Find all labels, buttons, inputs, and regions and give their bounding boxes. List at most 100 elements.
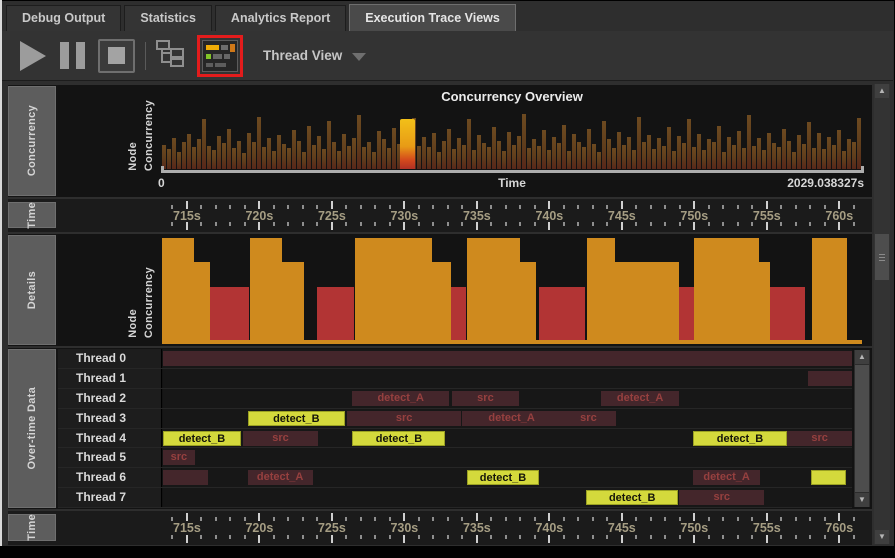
tab-execution-trace-views[interactable]: Execution Trace Views (349, 4, 516, 31)
overview-bar (342, 133, 346, 169)
task-bar-unlabeled[interactable] (810, 470, 847, 486)
task-bar-unlabeled[interactable] (163, 351, 852, 366)
timeline-gray-bar (215, 62, 226, 67)
overview-bar (502, 151, 506, 169)
task-bar-unlabeled[interactable] (807, 370, 852, 386)
overview-bar (447, 129, 451, 169)
overview-bar (187, 133, 191, 169)
overview-bar (807, 122, 811, 169)
task-bar-detect_B[interactable]: detect_B (247, 410, 345, 426)
overview-bar (557, 143, 561, 169)
thread-row-track[interactable]: detect_B src detect_A src (163, 408, 852, 428)
task-bar-src[interactable]: src (787, 430, 852, 446)
tab-statistics[interactable]: Statistics (124, 5, 212, 31)
overview-bar (712, 141, 716, 169)
overview-bar (457, 138, 461, 169)
thread-row-track[interactable] (163, 368, 852, 388)
timeline-view-button[interactable] (202, 39, 238, 72)
threads-scrollbar-thumb[interactable] (855, 365, 869, 492)
stop-button[interactable] (98, 38, 135, 73)
thread-row-track[interactable] (163, 349, 852, 368)
overview-bar (427, 147, 431, 169)
task-bar-src[interactable]: src (163, 450, 195, 466)
thread-row-track[interactable]: detect_B src (163, 488, 852, 507)
time-ruler-top-label: Time (26, 201, 38, 229)
overview-bar (832, 145, 836, 169)
task-bar-detect_B[interactable]: detect_B (352, 430, 446, 446)
overview-bar (462, 145, 466, 169)
tab-debug-output[interactable]: Debug Output (6, 5, 122, 31)
overview-bar (567, 150, 571, 169)
scroll-down-icon[interactable]: ▼ (875, 530, 889, 544)
task-bar-src[interactable]: src (561, 410, 616, 426)
task-bar-src[interactable]: src (679, 490, 765, 506)
overview-bar (177, 151, 181, 169)
main-scrollbar[interactable]: ▲ ▼ (874, 84, 890, 544)
tree-view-icon (156, 40, 184, 67)
time-ruler-track[interactable]: 715s 720s 725s 730s 735s 740s 745s 750s 755s 760s (162, 511, 855, 545)
ruler-label: 725s (317, 521, 346, 535)
overview-bar (452, 149, 456, 169)
ruler-label: 715s (173, 209, 201, 223)
overview-bar (262, 147, 266, 169)
overview-bar (317, 135, 321, 169)
overview-bar (782, 128, 786, 169)
overview-bar (537, 146, 541, 169)
task-bar-unlabeled[interactable] (163, 470, 208, 486)
concurrency-block-low (317, 286, 355, 344)
scroll-up-icon[interactable]: ▲ (855, 350, 869, 364)
overview-bar (172, 137, 176, 169)
overview-selection[interactable] (400, 118, 416, 169)
overview-bar (802, 143, 806, 169)
thread-row-track[interactable]: detect_A src detect_A (163, 388, 852, 408)
task-bar-detect_B[interactable]: detect_B (692, 430, 788, 446)
thread-row-track[interactable]: detect_B src detect_B detect_B src (163, 428, 852, 448)
pause-button[interactable] (60, 42, 85, 69)
overview-bar (642, 142, 646, 169)
overview-bars[interactable] (162, 112, 862, 169)
overview-bar (697, 133, 701, 169)
task-bar-src[interactable]: src (452, 390, 519, 406)
task-bar-detect_B[interactable]: detect_B (163, 430, 241, 446)
concurrency-block-high (519, 262, 536, 344)
tab-analytics-report[interactable]: Analytics Report (214, 5, 347, 31)
play-button[interactable] (20, 40, 46, 71)
tree-view-button[interactable] (155, 38, 187, 73)
thread-row-track[interactable]: detect_A detect_B detect_A (163, 468, 852, 488)
ruler-labels: 715s 720s 725s 730s 735s 740s 745s 750s 755s 760s (162, 209, 854, 224)
overview-bar (582, 147, 586, 169)
scroll-down-icon[interactable]: ▼ (855, 493, 869, 507)
main-scrollbar-thumb[interactable] (875, 234, 889, 280)
stop-icon (108, 47, 125, 64)
concurrency-block-high (614, 262, 679, 344)
overview-bar (307, 126, 311, 169)
concurrency-block-high (162, 339, 862, 344)
overview-bar (532, 139, 536, 169)
overview-bar (647, 134, 651, 169)
thread-row-track[interactable]: src (163, 448, 852, 468)
task-bar-src[interactable]: src (242, 430, 319, 446)
thread-row-label: Thread 3 (58, 408, 162, 428)
overview-bar (357, 114, 361, 169)
threads-scrollbar[interactable]: ▲ ▼ (854, 350, 870, 507)
ruler-label: 720s (245, 521, 274, 535)
task-bar-detect_A[interactable]: detect_A (352, 390, 449, 406)
task-bar-detect_B[interactable]: detect_B (466, 470, 540, 486)
overview-bar (167, 149, 171, 169)
overview-bar (737, 130, 741, 169)
overview-bar (322, 149, 326, 169)
task-bar-detect_A[interactable]: detect_A (692, 470, 761, 486)
task-bar-detect_B[interactable]: detect_B (586, 490, 679, 506)
scroll-up-icon[interactable]: ▲ (875, 84, 889, 98)
ruler-label: 760s (825, 521, 854, 535)
ruler-label: 755s (752, 209, 781, 223)
concurrency-block-high (694, 238, 760, 344)
view-mode-dropdown[interactable]: Thread View (263, 48, 367, 63)
time-ruler-track[interactable]: 715s 720s 725s 730s 735s 740s 745s 750s 755s 760s (162, 199, 855, 232)
details-chart[interactable] (162, 238, 862, 344)
task-bar-detect_A[interactable]: detect_A (462, 410, 562, 426)
overview-bar (507, 131, 511, 169)
task-bar-detect_A[interactable]: detect_A (601, 390, 680, 406)
task-bar-src[interactable]: src (346, 410, 462, 426)
task-bar-detect_A[interactable]: detect_A (247, 470, 313, 486)
